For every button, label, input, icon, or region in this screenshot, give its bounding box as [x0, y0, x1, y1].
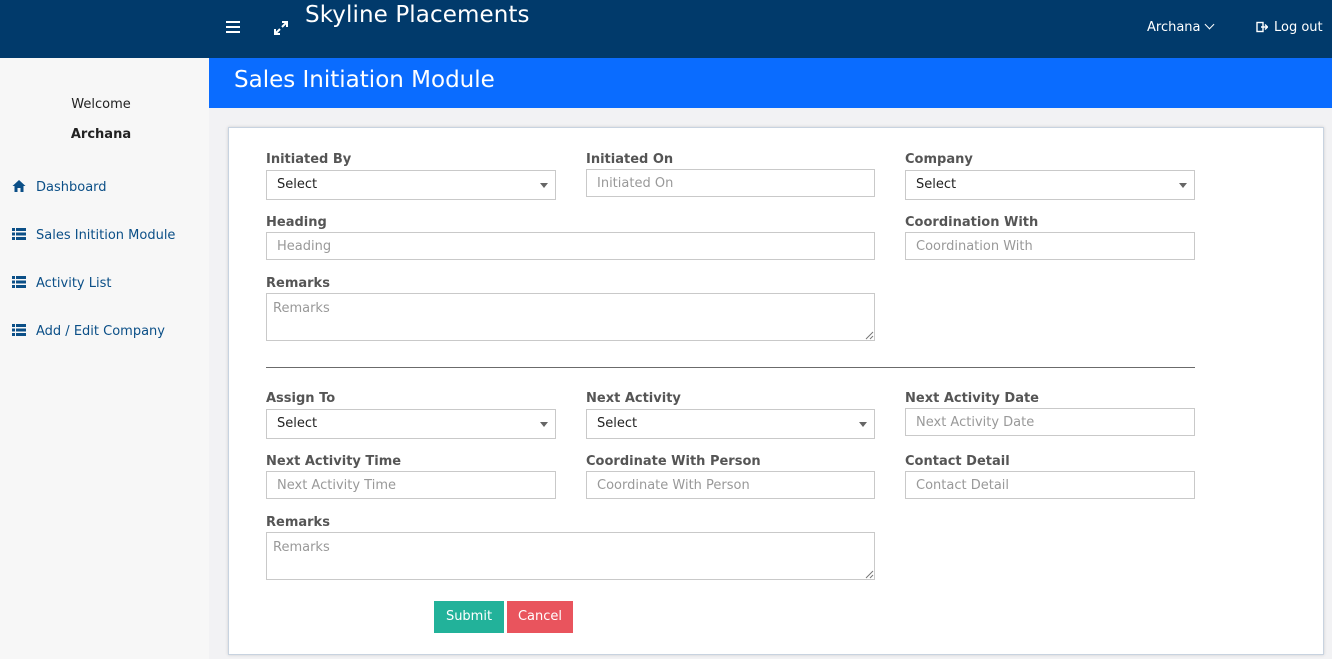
- sidebar-item-label: Sales Initition Module: [36, 228, 176, 243]
- list-icon: [12, 324, 26, 336]
- dropdown-arrow-icon: [859, 422, 867, 427]
- sidebar-item-label: Dashboard: [36, 180, 107, 195]
- user-dropdown[interactable]: Archana: [1147, 19, 1214, 35]
- resize-grip-icon[interactable]: [865, 570, 874, 579]
- list-icon: [12, 228, 26, 240]
- coordination-with-label: Coordination With: [905, 215, 1039, 230]
- initiated-on-input[interactable]: [586, 169, 875, 197]
- assign-to-value: Select: [277, 416, 318, 431]
- company-select[interactable]: Select: [905, 170, 1195, 200]
- remarks-textarea-wrap: [266, 532, 875, 580]
- remarks-label: Remarks: [266, 276, 330, 291]
- initiated-on-label: Initiated On: [586, 152, 674, 167]
- remarks-textarea-2[interactable]: [266, 532, 875, 580]
- remarks-label: Remarks: [266, 515, 330, 530]
- resize-grip-icon[interactable]: [865, 331, 874, 340]
- contact-detail-label: Contact Detail: [905, 454, 1010, 469]
- contact-detail-input[interactable]: [905, 471, 1195, 499]
- sidebar-item-label: Add / Edit Company: [36, 324, 165, 339]
- sidebar-item-sales-initiation[interactable]: Sales Initition Module: [12, 227, 175, 247]
- sidebar-username: Archana: [70, 127, 132, 142]
- next-activity-value: Select: [597, 416, 638, 431]
- coordination-with-input[interactable]: [905, 232, 1195, 260]
- welcome-text: Welcome: [71, 97, 131, 112]
- top-navbar: Skyline Placements Archana Log out: [0, 0, 1332, 58]
- logout-icon: [1256, 21, 1269, 33]
- initiated-by-select[interactable]: Select: [266, 170, 556, 200]
- initiated-by-value: Select: [277, 177, 318, 192]
- list-icon: [12, 276, 26, 288]
- module-header: Sales Initiation Module: [209, 58, 1332, 108]
- page-title: Sales Initiation Module: [234, 67, 495, 93]
- logout-label: Log out: [1274, 20, 1323, 35]
- logout-button[interactable]: Log out: [1256, 20, 1323, 35]
- user-dropdown-label: Archana: [1147, 20, 1201, 35]
- sidebar-item-activity-list[interactable]: Activity List: [12, 275, 111, 295]
- home-icon: [12, 180, 26, 192]
- cancel-button[interactable]: Cancel: [507, 601, 573, 633]
- dropdown-arrow-icon: [540, 422, 548, 427]
- coordinate-with-person-input[interactable]: [586, 471, 875, 499]
- assign-to-label: Assign To: [266, 391, 336, 406]
- next-activity-time-label: Next Activity Time: [266, 454, 402, 469]
- initiated-by-label: Initiated By: [266, 152, 352, 167]
- heading-input[interactable]: [266, 232, 875, 260]
- company-label: Company: [905, 152, 973, 167]
- sidebar: Welcome Archana Dashboard Sales Inititio…: [0, 58, 209, 659]
- next-activity-select[interactable]: Select: [586, 409, 875, 439]
- sales-initiation-form: Initiated By Select Initiated On Company…: [228, 127, 1324, 655]
- next-activity-label: Next Activity: [586, 391, 681, 406]
- sidebar-item-add-edit-company[interactable]: Add / Edit Company: [12, 323, 165, 343]
- remarks-textarea-wrap: [266, 293, 875, 341]
- submit-button[interactable]: Submit: [434, 601, 504, 633]
- app-title: Skyline Placements: [305, 2, 530, 28]
- sidebar-item-label: Activity List: [36, 276, 112, 291]
- coordinate-with-person-label: Coordinate With Person: [586, 454, 761, 469]
- chevron-down-icon: [1204, 19, 1214, 30]
- dropdown-arrow-icon: [540, 183, 548, 188]
- section-divider: [266, 367, 1195, 368]
- next-activity-date-input[interactable]: [905, 408, 1195, 436]
- company-value: Select: [916, 177, 957, 192]
- assign-to-select[interactable]: Select: [266, 409, 556, 439]
- sidebar-item-dashboard[interactable]: Dashboard: [12, 179, 107, 199]
- next-activity-time-input[interactable]: [266, 471, 556, 499]
- next-activity-date-label: Next Activity Date: [905, 391, 1039, 406]
- hamburger-menu-icon[interactable]: [226, 21, 240, 33]
- dropdown-arrow-icon: [1179, 183, 1187, 188]
- heading-label: Heading: [266, 215, 327, 230]
- remarks-textarea[interactable]: [266, 293, 875, 341]
- expand-icon[interactable]: [273, 20, 289, 36]
